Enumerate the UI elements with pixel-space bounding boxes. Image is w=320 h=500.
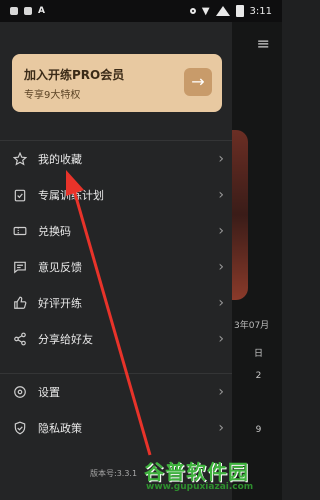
calendar-month: 3年07月 xyxy=(234,321,270,331)
calendar-weekday: 日 xyxy=(254,349,264,359)
menu-item-label: 我的收藏 xyxy=(38,153,82,166)
menu-item-label: 兑换码 xyxy=(38,225,71,238)
watermark-url: www.gupuxiazai.com xyxy=(146,482,254,492)
calendar-day[interactable]: 2 xyxy=(254,371,263,382)
chevron-right-icon: › xyxy=(218,295,224,311)
status-right: ▼ 3:11 xyxy=(189,5,272,17)
version-text: 版本号:3.3.1 xyxy=(90,469,138,478)
share-icon xyxy=(12,331,28,347)
menu-item-label: 好评开练 xyxy=(38,297,82,310)
vip-banner[interactable]: 加入开练PRO会员 专享9大特权 → xyxy=(12,54,222,112)
calendar-day[interactable]: 9 xyxy=(254,425,263,436)
watermark: 谷普软件园 www.gupuxiazai.com xyxy=(140,456,282,500)
feedback-icon xyxy=(12,259,28,275)
watermark-title: 谷普软件园 xyxy=(144,460,249,484)
menu-icon[interactable]: ≡ xyxy=(257,34,270,53)
arrow-right-icon[interactable]: → xyxy=(184,68,212,96)
drawer-menu: 我的收藏 › 专属训练计划 › 兑换码 › 意见反馈 › 好评开练 › 分享给好… xyxy=(0,140,232,446)
menu-item-share[interactable]: 分享给好友 › xyxy=(0,321,232,357)
background-image xyxy=(232,130,248,300)
chevron-right-icon: › xyxy=(218,151,224,167)
menu-item-label: 分享给好友 xyxy=(38,333,93,346)
chevron-right-icon: › xyxy=(218,384,224,400)
status-time: 3:11 xyxy=(249,5,272,17)
menu-item-rate-app[interactable]: 好评开练 › xyxy=(0,285,232,321)
app-icon xyxy=(24,7,32,15)
chevron-right-icon: › xyxy=(218,331,224,347)
ticket-icon xyxy=(12,223,28,239)
shield-icon xyxy=(12,420,28,436)
battery-icon xyxy=(235,5,244,17)
signal-icon xyxy=(215,6,230,16)
chevron-right-icon: › xyxy=(218,223,224,239)
vip-subtitle: 专享9大特权 xyxy=(24,90,81,101)
chevron-right-icon: › xyxy=(218,420,224,436)
menu-item-label: 意见反馈 xyxy=(38,261,82,274)
menu-item-label: 设置 xyxy=(38,386,60,399)
app-icon xyxy=(10,7,18,15)
menu-item-settings[interactable]: 设置 › xyxy=(0,374,232,410)
menu-item-favorites[interactable]: 我的收藏 › xyxy=(0,141,232,177)
vip-title: 加入开练PRO会员 xyxy=(24,68,125,82)
a-icon: A xyxy=(38,6,45,16)
menu-item-label: 专属训练计划 xyxy=(38,189,104,202)
background-content: ≡ 3年07月 日 2 9 xyxy=(232,22,282,500)
chevron-right-icon: › xyxy=(218,259,224,275)
status-left: A xyxy=(10,6,45,16)
calendar-column: 日 2 9 xyxy=(254,349,264,436)
thumbs-up-icon xyxy=(12,295,28,311)
menu-item-label: 隐私政策 xyxy=(38,422,82,435)
status-bar: A ▼ 3:11 xyxy=(0,0,282,22)
clipboard-icon xyxy=(12,187,28,203)
menu-item-training-plan[interactable]: 专属训练计划 › xyxy=(0,177,232,213)
settings-icon xyxy=(12,384,28,400)
side-drawer: 加入开练PRO会员 专享9大特权 → 我的收藏 › 专属训练计划 › 兑换码 › xyxy=(0,22,232,500)
menu-item-redeem-code[interactable]: 兑换码 › xyxy=(0,213,232,249)
location-icon xyxy=(189,8,196,14)
wifi-icon: ▼ xyxy=(201,5,210,17)
star-icon xyxy=(12,151,28,167)
menu-item-feedback[interactable]: 意见反馈 › xyxy=(0,249,232,285)
chevron-right-icon: › xyxy=(218,187,224,203)
menu-item-privacy-policy[interactable]: 隐私政策 › xyxy=(0,410,232,446)
